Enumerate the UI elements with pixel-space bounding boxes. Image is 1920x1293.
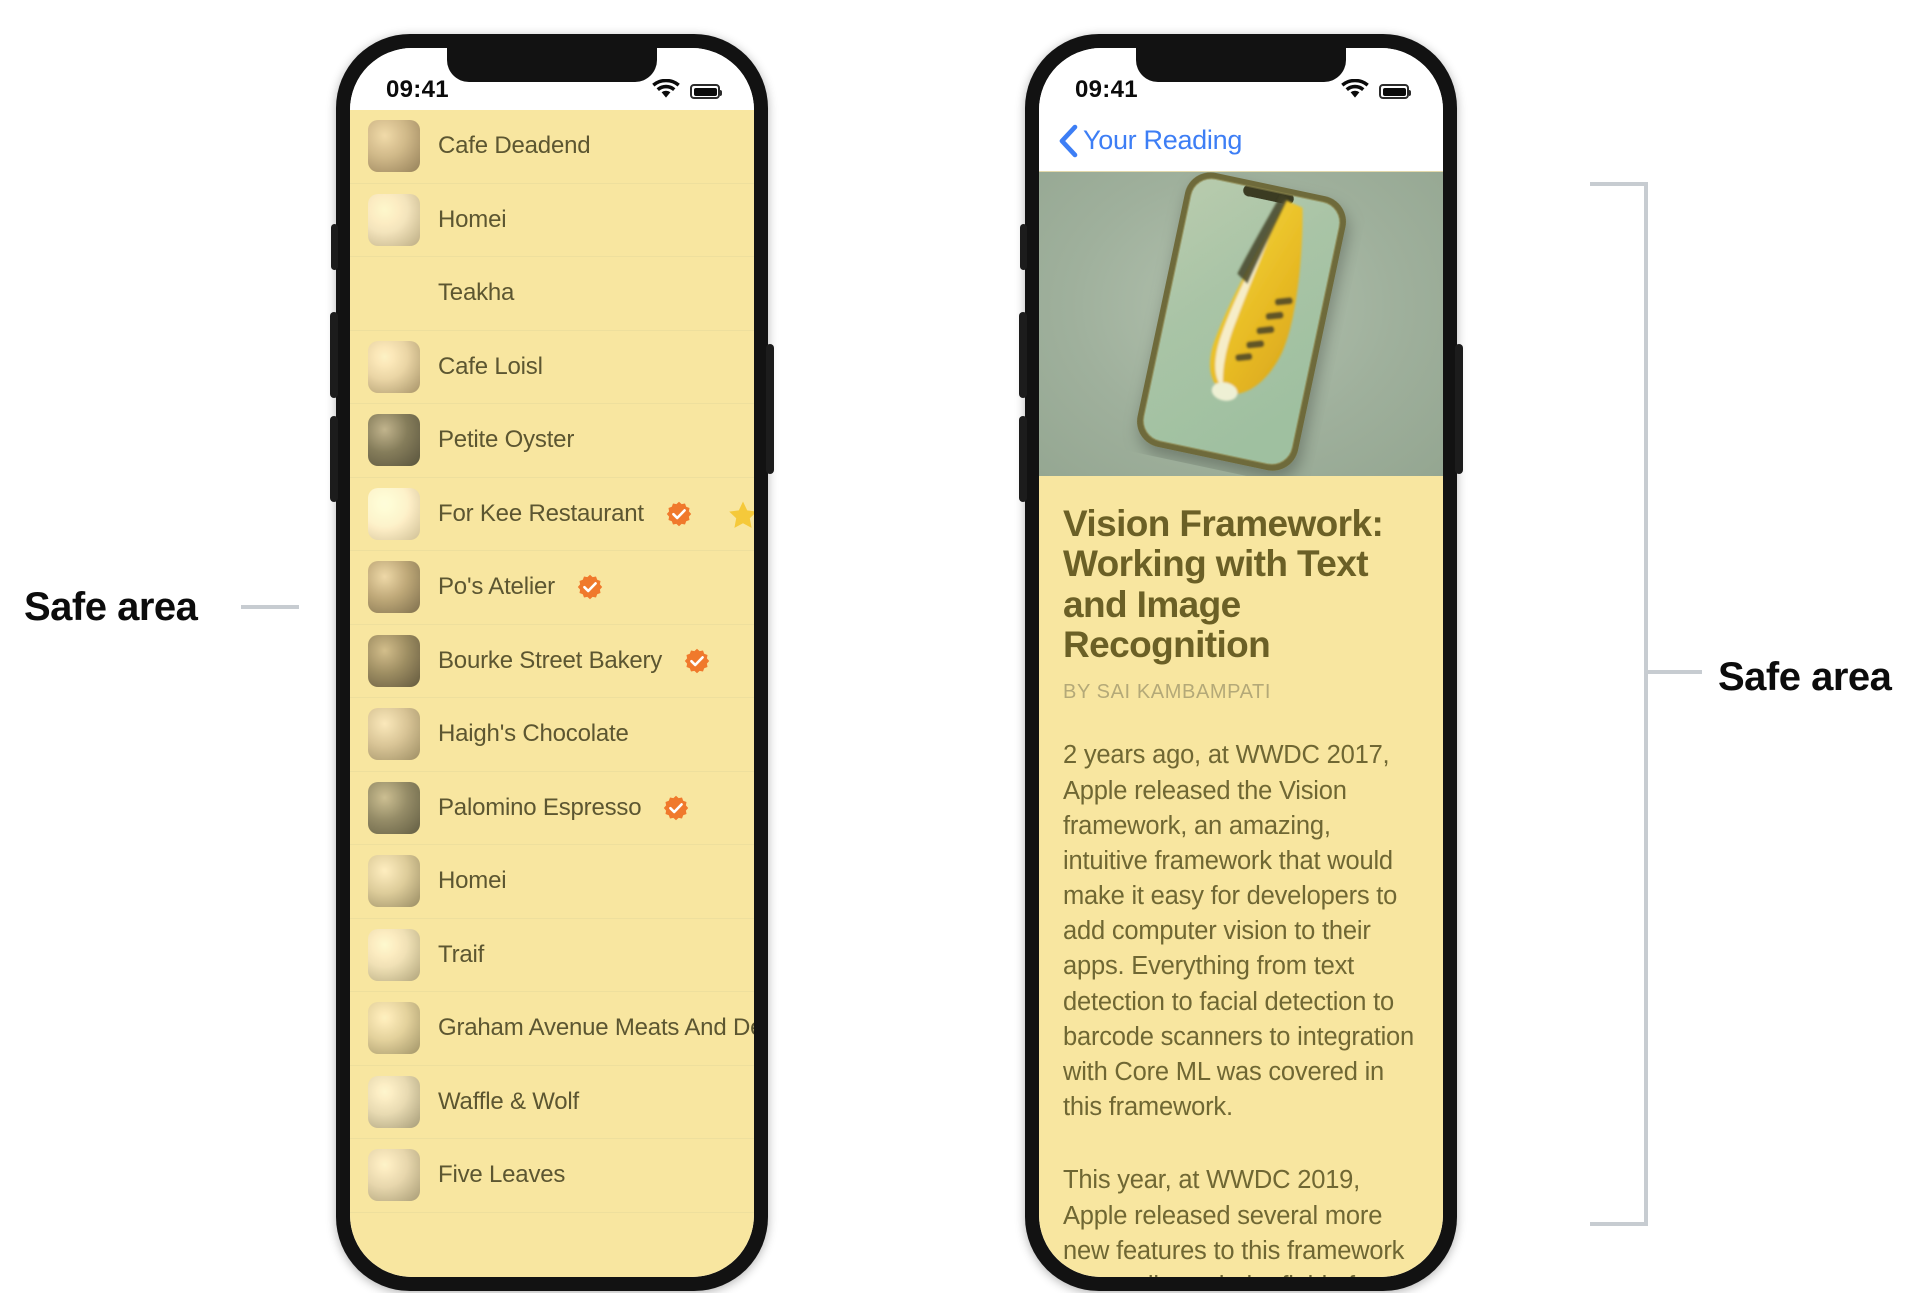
verified-badge-icon [666,501,692,527]
restaurant-name: Traif [438,940,485,968]
list-item[interactable]: Waffle & Wolf [350,1066,754,1139]
article-paragraph-1: 2 years ago, at WWDC 2017, Apple release… [1063,741,1415,1122]
verified-badge-icon [664,795,689,820]
wifi-icon [652,78,680,104]
restaurant-thumbnail [368,414,420,467]
restaurant-name: Homei [438,205,507,233]
bracket-bottom-cap [1590,1222,1648,1226]
article-title: Vision Framework: Working with Text and … [1063,503,1384,665]
restaurant-name: Palomino Espresso [438,793,642,821]
restaurant-thumbnail [368,1002,420,1055]
list-item[interactable]: Homei [350,184,754,257]
list-item[interactable]: Five Leaves [350,1139,754,1213]
restaurant-name: Homei [438,867,507,895]
verified-badge-icon [577,575,603,600]
restaurant-name: Bourke Street Bakery [438,646,663,674]
phone-right: 09:41 Your Reading Vision Framework: Wor… [1019,34,1463,1291]
silent-switch[interactable] [331,224,338,270]
list-item[interactable]: Homei [350,845,754,919]
restaurant-thumbnail [368,1149,420,1202]
restaurant-thumbnail [368,1075,420,1128]
verified-badge-icon [666,501,692,526]
navigation-bar: Your Reading [1039,110,1443,172]
volume-down-button[interactable] [1019,416,1027,502]
list-item[interactable]: Palomino Espresso [350,772,754,845]
restaurant-thumbnail [368,193,420,246]
restaurant-thumbnail [368,708,420,761]
verified-badge-icon [684,648,710,673]
list-item[interactable]: Teakha [350,257,754,331]
restaurant-name: For Kee Restaurant [438,499,644,527]
bracket-label-tick [241,605,299,609]
restaurant-thumbnail [368,120,420,173]
restaurant-name: Petite Oyster [438,426,575,454]
status-bar-left: 09:41 [350,48,754,110]
restaurant-list[interactable]: Cafe Deadend Homei Teakha Cafe Loisl Petite … [350,110,754,1277]
star-icon[interactable] [728,500,754,528]
list-item[interactable]: Haigh's Chocolate [350,698,754,772]
article-body: Vision Framework: Working with Text and … [1039,476,1443,1277]
bracket-vertical-line [1644,182,1648,1226]
article-byline: BY SAI KAMBAMPATI [1063,681,1272,704]
restaurant-name: Teakha [438,279,515,307]
list-item[interactable]: Cafe Deadend [350,110,754,184]
restaurant-thumbnail [368,340,420,393]
bracket-top-cap [1590,182,1648,186]
status-time: 09:41 [1075,76,1138,103]
list-item[interactable]: For Kee Restaurant [350,478,754,551]
safe-area-label-right: Safe area [1718,655,1892,699]
article-hero-image [1039,172,1443,476]
status-time: 09:41 [386,76,449,103]
list-item[interactable]: Petite Oyster [350,404,754,478]
volume-up-button[interactable] [330,312,338,398]
bracket-label-tick [1644,670,1702,674]
list-item[interactable]: Po's Atelier [350,551,754,625]
restaurant-thumbnail [368,267,420,319]
silent-switch[interactable] [1020,224,1027,270]
notch [447,48,657,82]
list-item[interactable]: Cafe Loisl [350,331,754,404]
restaurant-thumbnail [368,634,420,687]
back-button-label[interactable]: Your Reading [1083,125,1242,156]
restaurant-name: Five Leaves [438,1161,566,1189]
battery-icon [690,84,722,99]
status-bar-right: 09:41 [1039,48,1443,110]
chevron-left-icon[interactable] [1057,124,1079,158]
restaurant-thumbnail [368,928,420,981]
volume-up-button[interactable] [1019,312,1027,398]
battery-icon [1379,84,1411,99]
list-item[interactable]: Graham Avenue Meats And Deli [350,992,754,1066]
restaurant-name: Cafe Deadend [438,132,591,160]
restaurant-thumbnail [368,487,420,540]
verified-badge-icon [577,574,603,600]
verified-badge-icon [684,648,710,674]
phone-right-screen: 09:41 Your Reading Vision Framework: Wor… [1039,48,1443,1277]
restaurant-thumbnail [368,561,420,614]
volume-down-button[interactable] [330,416,338,502]
restaurant-name: Po's Atelier [438,573,555,601]
screenshot-canvas: Safe area Safe area 09:41 Cafe Deadend H… [0,0,1920,1293]
restaurant-name: Cafe Loisl [438,352,543,380]
list-item[interactable]: Bourke Street Bakery [350,625,754,698]
verified-badge-icon [663,795,689,821]
restaurant-name: Graham Avenue Meats And Deli [438,1014,754,1042]
phone-left: 09:41 Cafe Deadend Homei Teakha Cafe Loisl P… [330,34,774,1291]
phone-left-screen: 09:41 Cafe Deadend Homei Teakha Cafe Loisl P… [350,48,754,1277]
safe-area-bracket-right [1590,182,1702,1226]
star-icon [729,501,754,528]
power-button[interactable] [1455,344,1463,474]
restaurant-name: Haigh's Chocolate [438,720,629,748]
power-button[interactable] [766,344,774,474]
article-paragraph-2: This year, at WWDC 2019, Apple released … [1063,1166,1405,1277]
restaurant-name: Waffle & Wolf [438,1087,580,1115]
safe-area-label-left: Safe area [24,585,198,629]
restaurant-thumbnail [368,781,420,834]
restaurant-thumbnail [368,855,420,908]
notch [1136,48,1346,82]
wifi-icon [1341,78,1369,104]
list-item[interactable]: Traif [350,919,754,992]
